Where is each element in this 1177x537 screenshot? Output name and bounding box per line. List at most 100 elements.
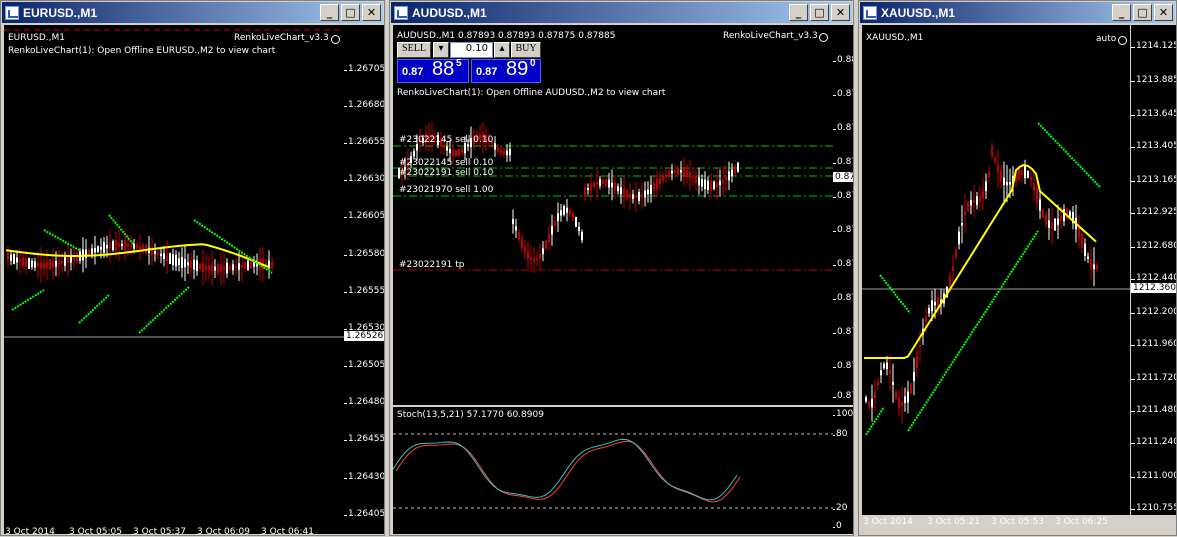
- price-tick: 1212.680: [1131, 241, 1176, 251]
- indicator-message: RenkoLiveChart(1): Open Offline AUDUSD.,…: [397, 88, 666, 98]
- stoch-tick: 20: [833, 503, 848, 513]
- sell-price-small: 0.87: [402, 66, 424, 78]
- price-tick: 1214.125: [1131, 41, 1176, 51]
- price-tick: 1211.960: [1131, 339, 1176, 349]
- symbol-label: EURUSD.,M1: [8, 33, 65, 43]
- chart-window-audusd[interactable]: AUDUSD.,M1 _ □ ✕ AUDUSD.,M1 0.87893 0.87…: [389, 0, 854, 536]
- price-tick: 1.26405: [344, 509, 384, 519]
- order-label: #23022191 sell 0.10: [399, 168, 494, 178]
- window-title: EURUSD.,M1: [23, 5, 98, 20]
- price-chart-area[interactable]: XAUUSD.,M1 auto: [862, 25, 1130, 515]
- price-tick: 0.87: [833, 225, 853, 235]
- sell-button[interactable]: SELL: [397, 42, 431, 58]
- buy-price-big: 89: [506, 58, 529, 80]
- price-tick: 1213.165: [1131, 175, 1176, 185]
- price-tick: 1.26680: [344, 100, 384, 110]
- smiley-icon: [1118, 36, 1127, 45]
- sell-price-box[interactable]: 0.87 88 5: [397, 58, 469, 83]
- buy-price-sup: 0: [530, 58, 536, 69]
- renko-upper-line: [1037, 122, 1101, 188]
- smiley-icon: [331, 35, 340, 44]
- indicator-name: RenkoLiveChart_v3.3: [234, 33, 329, 43]
- maximize-button[interactable]: □: [341, 4, 360, 21]
- current-price-label: 1.26526: [344, 331, 384, 341]
- renko-upper-line: [43, 229, 80, 251]
- stoch-tick: 100: [833, 409, 853, 419]
- price-tick: 1.26455: [344, 434, 384, 444]
- price-tick: 0.87: [833, 89, 853, 99]
- sell-price-sup: 5: [456, 58, 462, 69]
- stochastic-scale[interactable]: 100 80 20 0: [833, 407, 853, 534]
- stoch-tick: 0: [833, 521, 842, 531]
- close-button[interactable]: ✕: [362, 4, 381, 21]
- price-tick: 1.26655: [344, 137, 384, 147]
- eurusd-chart-svg: [4, 29, 344, 338]
- renko-upper-line: [879, 274, 911, 314]
- auto-label: auto: [1096, 34, 1117, 44]
- price-tick: 0.88: [833, 55, 853, 65]
- price-tick: 0.87: [833, 361, 853, 371]
- price-tick: 1210.755: [1131, 503, 1176, 513]
- close-button[interactable]: ✕: [831, 4, 850, 21]
- xauusd-chart-svg: [862, 122, 1130, 436]
- smiley-icon: [819, 33, 828, 42]
- renko-lower-line: [138, 286, 190, 334]
- price-tick: 1212.925: [1131, 207, 1176, 217]
- chart-window-eurusd[interactable]: EURUSD.,M1 _ □ ✕ EURUSD.,M1 RenkoLiveCha…: [0, 0, 385, 537]
- price-tick: 1.26430: [344, 472, 384, 482]
- symbol-label: AUDUSD.,M1 0.87893 0.87893 0.87875 0.878…: [397, 31, 616, 41]
- price-tick: 1212.200: [1131, 307, 1176, 317]
- price-tick: 1213.645: [1131, 109, 1176, 119]
- price-tick: 0.87: [833, 259, 853, 269]
- price-chart-area[interactable]: AUDUSD.,M1 0.87893 0.87893 0.87875 0.878…: [393, 25, 833, 405]
- maximize-button[interactable]: □: [1133, 4, 1152, 21]
- window-titlebar[interactable]: EURUSD.,M1 _ □ ✕: [2, 2, 383, 23]
- chart-window-icon: [394, 5, 408, 20]
- price-tick: 1.26630: [344, 174, 384, 184]
- price-tick: 1212.440: [1131, 273, 1176, 283]
- window-titlebar[interactable]: XAUUSD.,M1 _ □ ✕: [860, 2, 1175, 23]
- time-tick: 3 Oct 05:21: [927, 517, 980, 527]
- order-label: #23021970 sell 1.00: [399, 185, 494, 195]
- minimize-button[interactable]: _: [1112, 4, 1131, 21]
- tp-label: #23022191 tp: [399, 260, 465, 270]
- maximize-button[interactable]: □: [810, 4, 829, 21]
- symbol-label: XAUUSD.,M1: [866, 33, 924, 43]
- price-tick: 1.26505: [344, 360, 384, 370]
- renko-lower-line: [907, 230, 1039, 432]
- buy-price-small: 0.87: [476, 66, 498, 78]
- buy-button[interactable]: BUY: [511, 42, 541, 58]
- price-tick: 0.87: [833, 391, 853, 401]
- indicator-message: RenkoLiveChart(1): Open Offline EURUSD.,…: [8, 46, 276, 56]
- close-button[interactable]: ✕: [1154, 4, 1173, 21]
- chart-window-icon: [5, 5, 19, 20]
- lot-down-icon[interactable]: ▾: [433, 42, 449, 58]
- indicator-name: RenkoLiveChart_v3.3: [723, 31, 818, 41]
- window-titlebar[interactable]: AUDUSD.,M1 _ □ ✕: [391, 2, 852, 23]
- renko-lower-line: [11, 289, 45, 311]
- stoch-main-line: [393, 438, 738, 501]
- price-scale[interactable]: 1214.125 1213.885 1213.645 1213.405 1213…: [1131, 25, 1176, 515]
- stochastic-panel[interactable]: Stoch(13,5,21) 57.1770 60.8909: [393, 407, 833, 534]
- current-price-label: 1212.360: [1131, 283, 1176, 293]
- price-chart-area[interactable]: EURUSD.,M1 RenkoLiveChart_v3.3 RenkoLive…: [4, 25, 344, 534]
- stochastic-label: Stoch(13,5,21) 57.1770 60.8909: [397, 410, 544, 420]
- minimize-button[interactable]: _: [789, 4, 808, 21]
- stochastic-chart-svg: [393, 433, 833, 509]
- stoch-tick: 80: [833, 429, 848, 439]
- price-tick: 1.26580: [344, 249, 384, 259]
- lot-up-icon[interactable]: ▴: [494, 42, 510, 58]
- price-tick: 1.26605: [344, 211, 384, 221]
- price-tick: 0.87: [833, 327, 853, 337]
- price-tick: 0.87: [833, 123, 853, 133]
- time-tick: 3 Oct 05:53: [991, 517, 1044, 527]
- lot-size-input[interactable]: 0.10: [450, 42, 493, 58]
- price-scale[interactable]: 1.26705 1.26680 1.26655 1.26630 1.26605 …: [344, 25, 384, 534]
- price-tick: 0.87: [833, 157, 853, 167]
- price-scale[interactable]: 0.88 0.87 0.87 0.87 0.87 0.87 0.87 0.87 …: [833, 25, 853, 405]
- price-tick: 1211.720: [1131, 373, 1176, 383]
- price-tick: 1213.885: [1131, 75, 1176, 85]
- chart-window-xauusd[interactable]: XAUUSD.,M1 _ □ ✕ XAUUSD.,M1 auto 1214.12…: [858, 0, 1177, 536]
- buy-price-box[interactable]: 0.87 89 0: [471, 58, 541, 83]
- minimize-button[interactable]: _: [320, 4, 339, 21]
